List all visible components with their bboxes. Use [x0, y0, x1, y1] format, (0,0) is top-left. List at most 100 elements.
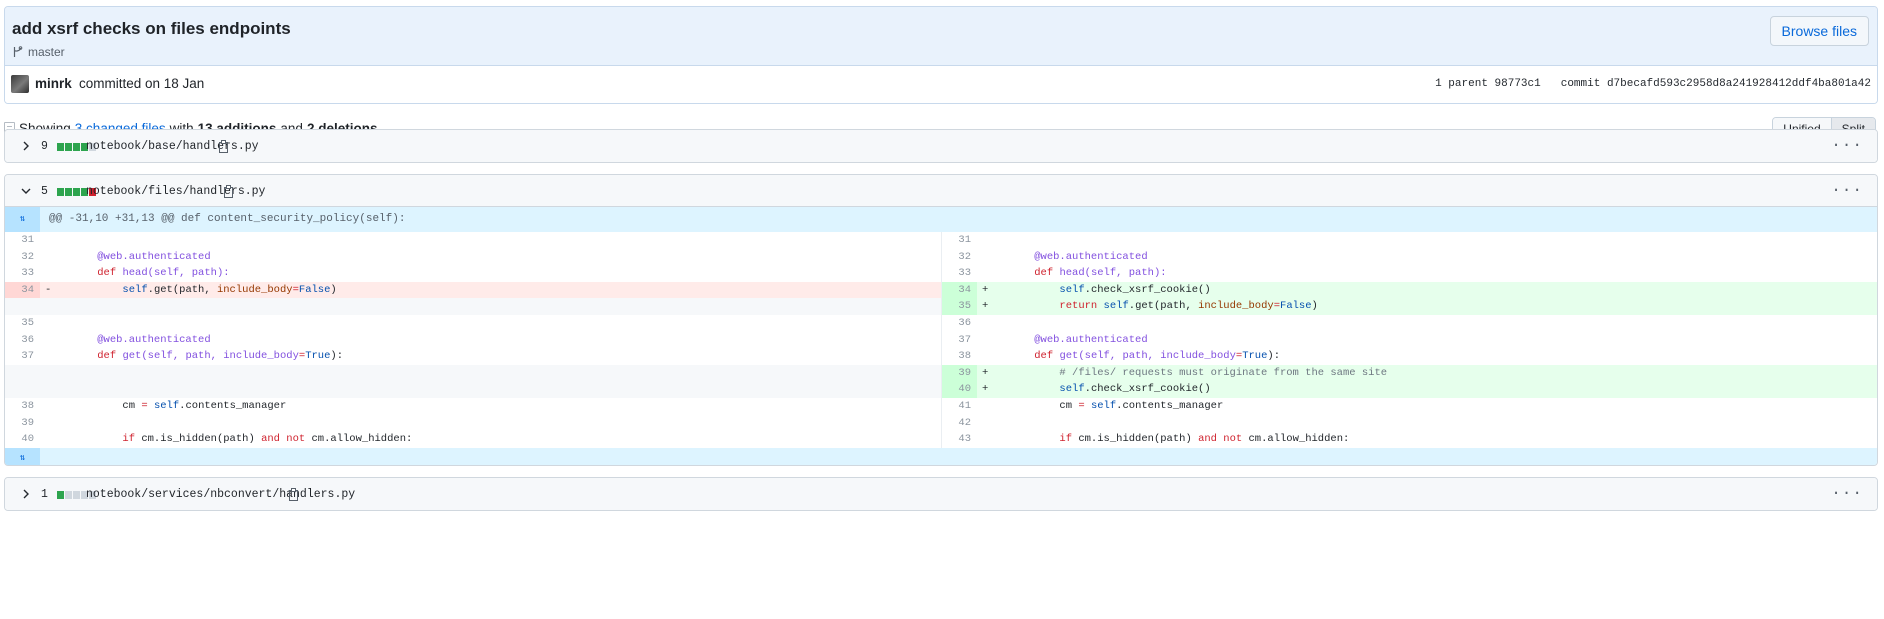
line-number[interactable]: 36: [942, 315, 977, 332]
line-number[interactable]: 33: [5, 265, 40, 282]
line-number[interactable]: 37: [5, 348, 40, 365]
code-token: # /files/ requests must originate from t…: [1059, 366, 1388, 379]
file-name[interactable]: notebook/services/nbconvert/handlers.py: [86, 488, 355, 501]
code-token: ): [1311, 300, 1318, 313]
file-diff-nbconvert-handlers: 1 notebook/services/nbconvert/handlers.p…: [4, 477, 1878, 511]
hunk-footer: ⇅: [5, 447, 1877, 465]
code-token: head(self, path):: [122, 267, 230, 280]
kebab-icon[interactable]: ···: [1831, 137, 1863, 153]
split-diff: 31 31 32 @web.authenticated 32 @web.auth…: [5, 232, 1877, 448]
file-header[interactable]: 5 notebook/files/handlers.py ···: [5, 175, 1877, 207]
line-number[interactable]: 39: [5, 415, 40, 432]
file-change-count: 5: [41, 185, 48, 198]
code-token: @web.authenticated: [1034, 333, 1148, 346]
chevron-right-icon[interactable]: [20, 140, 32, 152]
commit-header: add xsrf checks on files endpoints maste…: [4, 6, 1878, 104]
code-token: @web.authenticated: [97, 333, 211, 346]
commit-sha-info: 1 parent 98773c1 commit d7becafd593c2958…: [1435, 78, 1871, 90]
branch-label[interactable]: master: [12, 45, 65, 59]
branch-name: master: [28, 45, 65, 59]
expand-up-icon[interactable]: ⇅: [5, 207, 40, 232]
line-number[interactable]: 35: [942, 298, 977, 315]
committed-date: committed on 18 Jan: [79, 76, 205, 91]
browse-files-button[interactable]: Browse files: [1769, 16, 1869, 46]
deletion-marker: -: [45, 283, 52, 296]
code-token: not: [286, 433, 306, 446]
code-token: self: [1059, 383, 1085, 396]
commit-title: add xsrf checks on files endpoints: [12, 19, 291, 38]
code-token: .contents_manager: [179, 399, 287, 412]
kebab-icon[interactable]: ···: [1831, 182, 1863, 198]
code-token: .check_xsrf_cookie(): [1084, 383, 1211, 396]
diff-row: 34- self.get(path, include_body=False) 3…: [5, 281, 1877, 299]
code-token: =: [1078, 399, 1085, 412]
line-number[interactable]: 33: [942, 265, 977, 282]
diff-row: 40 if cm.is_hidden(path) and not cm.allo…: [5, 431, 1877, 448]
parent-sha[interactable]: 1 parent 98773c1: [1435, 78, 1541, 90]
clipboard-icon[interactable]: [288, 488, 300, 501]
clipboard-icon[interactable]: [218, 140, 230, 153]
code-token: True: [305, 350, 331, 363]
line-number[interactable]: 31: [5, 232, 40, 249]
avatar[interactable]: [11, 75, 29, 93]
code-token: .get(path,: [1128, 300, 1199, 313]
code-token: get(self, path, include_body: [122, 350, 299, 363]
code-token: cm.allow_hidden:: [305, 433, 413, 446]
code-token: if: [122, 433, 136, 446]
code-token: @web.authenticated: [97, 250, 211, 263]
line-number[interactable]: 39: [942, 364, 977, 382]
line-number[interactable]: 35: [5, 315, 40, 332]
chevron-right-icon[interactable]: [20, 488, 32, 500]
chevron-down-icon[interactable]: [20, 185, 32, 197]
line-number[interactable]: 43: [942, 431, 977, 448]
code-token: False: [1280, 300, 1312, 313]
code-token: self: [1059, 283, 1085, 296]
code-token: cm.is_hidden(path): [135, 433, 262, 446]
code-token: def: [97, 267, 117, 280]
file-header[interactable]: 9 notebook/base/handlers.py ···: [5, 130, 1877, 162]
line-number[interactable]: 34: [942, 281, 977, 299]
file-name[interactable]: notebook/base/handlers.py: [86, 140, 259, 153]
line-number[interactable]: 32: [942, 249, 977, 266]
code-token: self: [153, 399, 180, 412]
kebab-icon[interactable]: ···: [1831, 485, 1863, 501]
line-number[interactable]: 36: [5, 332, 40, 349]
code-token: =: [141, 399, 148, 412]
commit-meta: minrk committed on 18 Jan 1 parent 98773…: [5, 66, 1877, 103]
hunk-header-text: @@ -31,10 +31,13 @@ def content_security…: [49, 213, 406, 225]
line-number[interactable]: 37: [942, 332, 977, 349]
line-number[interactable]: 40: [5, 431, 40, 448]
file-change-count: 9: [41, 140, 48, 153]
author-link[interactable]: minrk: [35, 76, 72, 91]
file-header[interactable]: 1 notebook/services/nbconvert/handlers.p…: [5, 478, 1877, 510]
file-diff-base-handlers: 9 notebook/base/handlers.py ···: [4, 129, 1878, 163]
code-token: cm.allow_hidden:: [1242, 433, 1350, 446]
line-number[interactable]: 41: [942, 398, 977, 415]
line-number[interactable]: 32: [5, 249, 40, 266]
code-token: if: [1059, 433, 1073, 446]
code-token: return: [1059, 300, 1098, 313]
code-token: def: [97, 350, 117, 363]
code-token: self: [1090, 399, 1117, 412]
code-token: .get(path,: [147, 283, 217, 296]
code-token: and: [261, 433, 280, 446]
line-number[interactable]: 31: [942, 232, 977, 249]
line-number[interactable]: 38: [5, 398, 40, 415]
hunk-header: ⇅ @@ -31,10 +31,13 @@ def content_securi…: [5, 207, 1877, 232]
code-token: True: [1242, 350, 1268, 363]
expand-down-icon[interactable]: ⇅: [5, 447, 40, 465]
line-number[interactable]: 38: [942, 348, 977, 365]
diff-row: 38 cm = self.contents_manager 41 cm = se…: [5, 397, 1877, 415]
line-number[interactable]: 40: [942, 381, 977, 398]
line-number[interactable]: 34: [5, 281, 40, 299]
code-token: cm.is_hidden(path): [1072, 433, 1199, 446]
clipboard-icon[interactable]: [223, 185, 235, 198]
diff-row: 35 36: [5, 314, 1877, 332]
code-token: ):: [1267, 350, 1281, 363]
code-token: include_body: [216, 283, 293, 296]
file-name[interactable]: notebook/files/handlers.py: [86, 185, 265, 198]
code-token: ):: [330, 350, 344, 363]
line-number[interactable]: 42: [942, 415, 977, 432]
code-token: .check_xsrf_cookie(): [1084, 283, 1211, 296]
addition-marker: +: [982, 366, 989, 379]
